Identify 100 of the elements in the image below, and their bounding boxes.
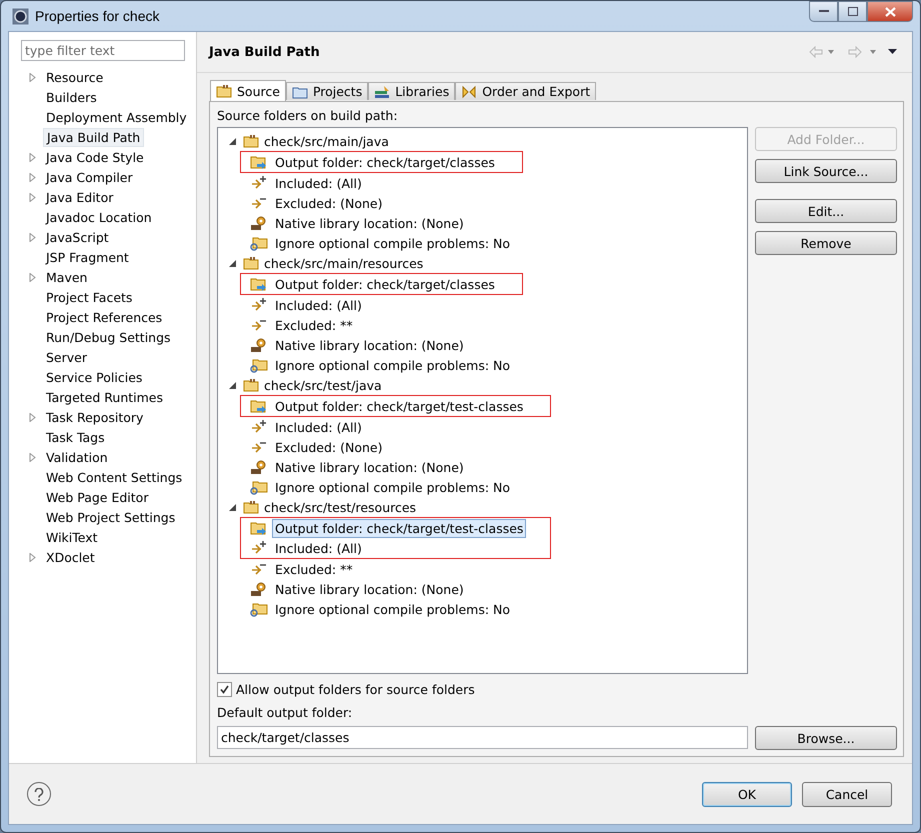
sidebar-item[interactable]: Java Code Style xyxy=(43,148,147,166)
sidebar-item[interactable]: Server xyxy=(43,348,90,366)
sidebar-item[interactable]: Project References xyxy=(43,308,166,326)
folder-arrow-icon xyxy=(250,276,268,292)
sidebar-item[interactable]: Task Tags xyxy=(43,428,108,446)
tree-item[interactable]: Ignore optional compile problems: No xyxy=(272,356,514,374)
folder-chain-icon xyxy=(250,357,268,373)
maximize-button[interactable] xyxy=(838,1,867,22)
sidebar-item[interactable]: Web Page Editor xyxy=(43,488,152,506)
books-icon xyxy=(374,84,390,98)
tree-item[interactable]: Native library location: (None) xyxy=(272,458,467,476)
expand-arrow-icon[interactable] xyxy=(28,152,36,162)
expand-arrow-icon[interactable] xyxy=(28,452,36,462)
side-button[interactable]: Link Source... xyxy=(755,159,897,183)
tab[interactable]: Projects xyxy=(286,82,368,100)
expand-arrow-icon[interactable] xyxy=(28,232,36,242)
sidebar-item[interactable]: Web Project Settings xyxy=(43,508,178,526)
folder-chain-icon xyxy=(250,235,268,251)
minimize-button[interactable] xyxy=(809,1,838,22)
expand-arrow-icon[interactable] xyxy=(28,72,36,82)
sidebar-item[interactable]: Maven xyxy=(43,268,90,286)
sidebar-item[interactable]: Java Editor xyxy=(43,188,116,206)
sidebar-item[interactable]: JSP Fragment xyxy=(43,248,132,266)
sidebar-item[interactable]: XDoclet xyxy=(43,548,98,566)
dialog-button[interactable]: Cancel xyxy=(802,782,892,806)
sidebar-item[interactable]: Task Repository xyxy=(43,408,146,426)
source-folder-icon xyxy=(243,256,259,270)
tree-item[interactable]: Ignore optional compile problems: No xyxy=(272,234,514,252)
expand-arrow-icon[interactable] xyxy=(28,192,36,202)
collapse-arrow-icon[interactable] xyxy=(228,382,236,388)
tree-item[interactable]: Output folder: check/target/classes xyxy=(272,152,498,172)
folder-arrow-icon xyxy=(250,520,268,536)
folder-icon xyxy=(292,84,308,98)
tree-item[interactable]: Included: (All) xyxy=(272,538,365,558)
tree-item[interactable]: Output folder: check/target/test-classes xyxy=(272,396,526,416)
tree-item[interactable]: Excluded: (None) xyxy=(272,438,386,456)
plus-arrows-icon xyxy=(250,540,268,556)
close-icon xyxy=(884,6,896,16)
tree-item[interactable]: Output folder: check/target/test-classes xyxy=(272,518,526,538)
source-folder-icon xyxy=(243,134,259,148)
sidebar-item[interactable]: Web Content Settings xyxy=(43,468,186,486)
sidebar-item[interactable]: Project Facets xyxy=(43,288,136,306)
tree-item[interactable]: check/src/main/resources xyxy=(264,256,424,270)
collapse-arrow-icon[interactable] xyxy=(228,260,236,266)
plus-arrows-icon xyxy=(250,175,268,191)
sidebar-item[interactable]: Run/Debug Settings xyxy=(43,328,174,346)
gear-books-icon xyxy=(250,459,268,475)
dialog-button[interactable]: OK xyxy=(702,782,792,806)
tree-item[interactable]: Excluded: ** xyxy=(272,316,356,334)
tree-item[interactable]: Included: (All) xyxy=(272,296,365,314)
help-icon[interactable] xyxy=(27,782,51,806)
checkbox-label[interactable]: Allow output folders for source folders xyxy=(236,682,475,697)
sidebar-item[interactable]: Deployment Assembly xyxy=(43,108,190,126)
side-button[interactable]: Edit... xyxy=(755,199,897,223)
field-label: Default output folder: xyxy=(217,705,354,720)
navigation-arrows-icon[interactable] xyxy=(808,46,898,58)
tree-item[interactable]: Ignore optional compile problems: No xyxy=(272,600,514,618)
filter-field[interactable]: type filter text xyxy=(21,40,185,61)
sidebar-item[interactable]: Validation xyxy=(43,448,111,466)
tree-item[interactable]: check/src/test/java xyxy=(264,378,382,392)
sidebar-item[interactable]: JavaScript xyxy=(43,228,112,246)
collapse-arrow-icon[interactable] xyxy=(228,504,236,510)
browse-button[interactable]: Browse... xyxy=(755,726,897,750)
output-folder-field[interactable]: check/target/classes xyxy=(217,726,748,749)
sidebar-item[interactable]: Resource xyxy=(43,68,106,86)
sidebar-item[interactable]: Builders xyxy=(43,88,100,106)
expand-arrow-icon[interactable] xyxy=(28,272,36,282)
tree-item[interactable]: check/src/test/resources xyxy=(264,500,416,514)
tree-item[interactable]: Excluded: ** xyxy=(272,560,356,578)
tree-item[interactable]: Native library location: (None) xyxy=(272,336,467,354)
sidebar-item[interactable]: Java Compiler xyxy=(43,168,136,186)
source-folder-icon xyxy=(243,378,259,392)
tree-item[interactable]: Included: (All) xyxy=(272,174,365,192)
sidebar-item[interactable]: Java Build Path xyxy=(43,128,144,146)
close-button[interactable] xyxy=(867,1,913,22)
tree-item[interactable]: Excluded: (None) xyxy=(272,194,386,212)
tab[interactable]: Order and Export xyxy=(455,82,596,100)
side-button[interactable]: Remove xyxy=(755,231,897,255)
checkbox[interactable] xyxy=(217,682,232,697)
expand-arrow-icon[interactable] xyxy=(28,552,36,562)
folder-arrow-icon xyxy=(250,398,268,414)
tab[interactable]: Source xyxy=(210,80,286,101)
collapse-arrow-icon[interactable] xyxy=(228,138,236,144)
sidebar-item[interactable]: WikiText xyxy=(43,528,101,546)
tree-item[interactable]: Native library location: (None) xyxy=(272,214,467,232)
sidebar-item[interactable]: Targeted Runtimes xyxy=(43,388,166,406)
sidebar-item[interactable]: Service Policies xyxy=(43,368,146,386)
tree-item[interactable]: Included: (All) xyxy=(272,418,365,436)
expand-arrow-icon[interactable] xyxy=(28,412,36,422)
source-folder-icon xyxy=(243,500,259,514)
tree-label: Source folders on build path: xyxy=(217,108,399,123)
sidebar-item[interactable]: Javadoc Location xyxy=(43,208,155,226)
tree-item[interactable]: Ignore optional compile problems: No xyxy=(272,478,514,496)
gear-icon xyxy=(12,8,29,24)
tree-item[interactable]: Native library location: (None) xyxy=(272,580,467,598)
folder-icon xyxy=(216,84,232,98)
tree-item[interactable]: check/src/main/java xyxy=(264,134,389,148)
tree-item[interactable]: Output folder: check/target/classes xyxy=(272,274,498,294)
expand-arrow-icon[interactable] xyxy=(28,172,36,182)
tab[interactable]: Libraries xyxy=(368,82,456,100)
